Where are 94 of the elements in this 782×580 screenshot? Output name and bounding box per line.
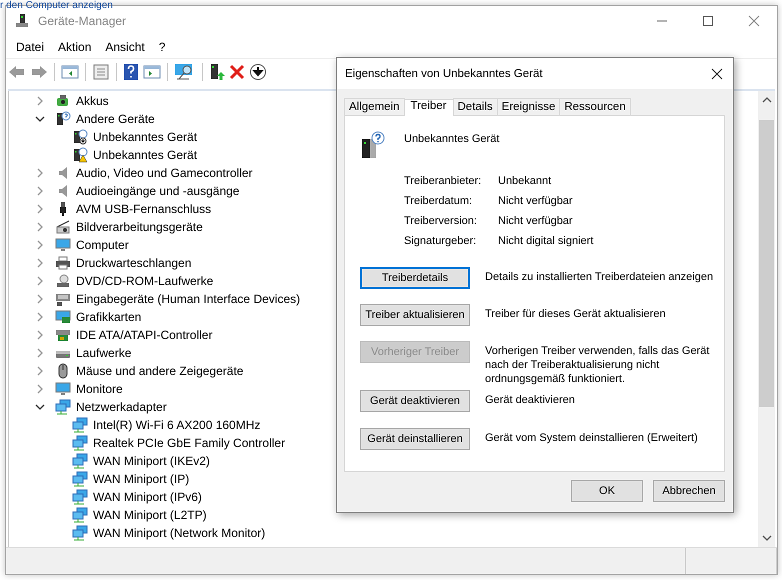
panel-icon[interactable] xyxy=(61,64,79,80)
expand-chevron-icon[interactable] xyxy=(35,402,45,412)
tab[interactable]: Allgemein xyxy=(344,98,404,115)
menu-item[interactable]: Datei xyxy=(9,38,52,56)
tree-item[interactable]: DVD/CD-ROM-Laufwerke xyxy=(74,273,216,289)
network-icon xyxy=(72,489,88,505)
network-icon xyxy=(72,525,88,541)
tree-item[interactable]: WAN Miniport (IP) xyxy=(91,471,192,487)
tab[interactable]: Ereignisse xyxy=(496,98,560,115)
computer-arrow-icon[interactable] xyxy=(209,63,225,81)
expand-chevron-icon[interactable] xyxy=(35,114,45,124)
action-button[interactable]: Treiberdetails xyxy=(360,267,470,289)
tree-item[interactable]: Druckwarteschlangen xyxy=(74,255,194,271)
scroll-down-icon[interactable] xyxy=(762,533,772,543)
help-icon[interactable] xyxy=(123,63,139,81)
tree-item[interactable]: WAN Miniport (Network Monitor) xyxy=(91,525,268,541)
network-icon xyxy=(72,471,88,487)
network-icon xyxy=(72,435,88,451)
keyboard-icon xyxy=(55,291,71,307)
action-description: Vorherigen Treiber verwenden, falls das Gerät nach der Treiberaktualisierung nicht ordnungsgemäß funktioniert. xyxy=(485,344,710,386)
action-description: Gerät deaktivieren xyxy=(485,393,576,408)
back-arrow-icon[interactable] xyxy=(8,64,26,80)
tab[interactable]: Ressourcen xyxy=(559,98,631,115)
tree-item[interactable]: Realtek PCIe GbE Family Controller xyxy=(91,435,288,451)
dialog-button[interactable]: Abbrechen xyxy=(653,480,725,502)
scrollbar-thumb[interactable] xyxy=(759,120,774,407)
unknown-device-icon xyxy=(55,111,71,127)
tree-item[interactable]: Grafikkarten xyxy=(74,309,144,325)
computer-icon xyxy=(14,13,30,29)
warning-device-icon xyxy=(72,147,88,163)
tree-item[interactable]: Laufwerke xyxy=(74,345,134,361)
unknown-device-icon xyxy=(360,131,386,159)
forward-arrow-icon[interactable] xyxy=(30,64,48,80)
property-label: Treiberversion: xyxy=(404,215,478,227)
property-label: Treiberdatum: xyxy=(404,195,474,207)
menu-item[interactable]: Aktion xyxy=(51,38,98,56)
tree-item[interactable]: Bildverarbeitungsgeräte xyxy=(74,219,205,235)
tree-item[interactable]: WAN Miniport (IPv6) xyxy=(91,489,204,505)
property-value: Nicht verfügbar xyxy=(498,195,574,207)
tree-item[interactable]: Unbekanntes Gerät xyxy=(91,147,200,163)
action-button[interactable]: Gerät deaktivieren xyxy=(360,390,470,412)
network-icon xyxy=(72,417,88,433)
property-value: Unbekannt xyxy=(498,175,552,187)
tree-item[interactable]: Andere Geräte xyxy=(74,111,157,127)
window-title: Geräte-Manager xyxy=(38,14,128,28)
background-text: r den Computer anzeigen xyxy=(0,0,113,11)
controller-card-icon xyxy=(55,327,71,343)
tree-item[interactable]: Audio, Video und Gamecontroller xyxy=(74,165,255,181)
close-icon[interactable] xyxy=(711,68,723,80)
tab[interactable]: Treiber xyxy=(404,99,454,116)
disc-drive-icon xyxy=(55,273,71,289)
unknown-device-icon xyxy=(72,129,88,145)
tree-item[interactable]: Mäuse und andere Zeigegeräte xyxy=(74,363,246,379)
tree-item[interactable]: WAN Miniport (IKEv2) xyxy=(91,453,212,469)
network-icon xyxy=(72,453,88,469)
graphics-card-icon xyxy=(55,309,71,325)
monitor-icon xyxy=(55,381,71,397)
dialog-button[interactable]: OK xyxy=(571,480,643,502)
property-value: Nicht digital signiert xyxy=(498,235,594,247)
tree-item[interactable]: Audioeingänge und -ausgänge xyxy=(74,183,242,199)
tree-item[interactable]: WAN Miniport (L2TP) xyxy=(91,507,209,523)
property-label: Signaturgeber: xyxy=(404,235,478,247)
download-icon[interactable] xyxy=(249,63,267,81)
action-button[interactable]: Gerät deinstallieren xyxy=(360,428,470,450)
tree-item[interactable]: Monitore xyxy=(74,381,125,397)
action-description: Gerät vom System deinstallieren (Erweitert) xyxy=(485,431,699,446)
tree-item[interactable]: Computer xyxy=(74,237,131,253)
tree-item[interactable]: Intel(R) Wi-Fi 6 AX200 160MHz xyxy=(91,417,262,433)
tree-item[interactable]: IDE ATA/ATAPI-Controller xyxy=(74,327,214,343)
delete-icon[interactable] xyxy=(229,64,245,80)
camera-icon xyxy=(55,219,71,235)
property-value: Nicht verfügbar xyxy=(498,215,574,227)
battery-icon xyxy=(55,93,71,109)
device-name: Unbekanntes Gerät xyxy=(404,133,500,145)
network-icon xyxy=(55,399,71,415)
tree-item[interactable]: Akkus xyxy=(74,93,111,109)
properties-icon[interactable] xyxy=(92,64,110,80)
tree-item[interactable]: Netzwerkadapter xyxy=(74,399,169,415)
scroll-up-icon[interactable] xyxy=(762,95,772,105)
monitor-icon xyxy=(55,237,71,253)
action-button[interactable]: Treiber aktualisieren xyxy=(360,304,470,326)
menu-item[interactable]: ? xyxy=(152,38,172,56)
menu-item[interactable]: Ansicht xyxy=(98,38,152,56)
network-icon xyxy=(72,507,88,523)
action-description: Treiber für dieses Gerät aktualisieren xyxy=(485,307,667,322)
tree-item[interactable]: Unbekanntes Gerät xyxy=(91,129,200,145)
property-label: Treiberanbieter: xyxy=(404,175,482,187)
printer-icon xyxy=(55,255,71,271)
tree-item[interactable]: Eingabegeräte (Human Interface Devices) xyxy=(74,291,302,307)
maximize-icon[interactable] xyxy=(702,15,714,27)
dialog-title: Eigenschaften von Unbekanntes Gerät xyxy=(345,68,544,80)
action-description: Details zu installierten Treiberdateien anzeigen xyxy=(485,270,714,285)
panel-icon[interactable] xyxy=(143,64,161,80)
tree-item[interactable]: AVM USB-Fernanschluss xyxy=(74,201,214,217)
